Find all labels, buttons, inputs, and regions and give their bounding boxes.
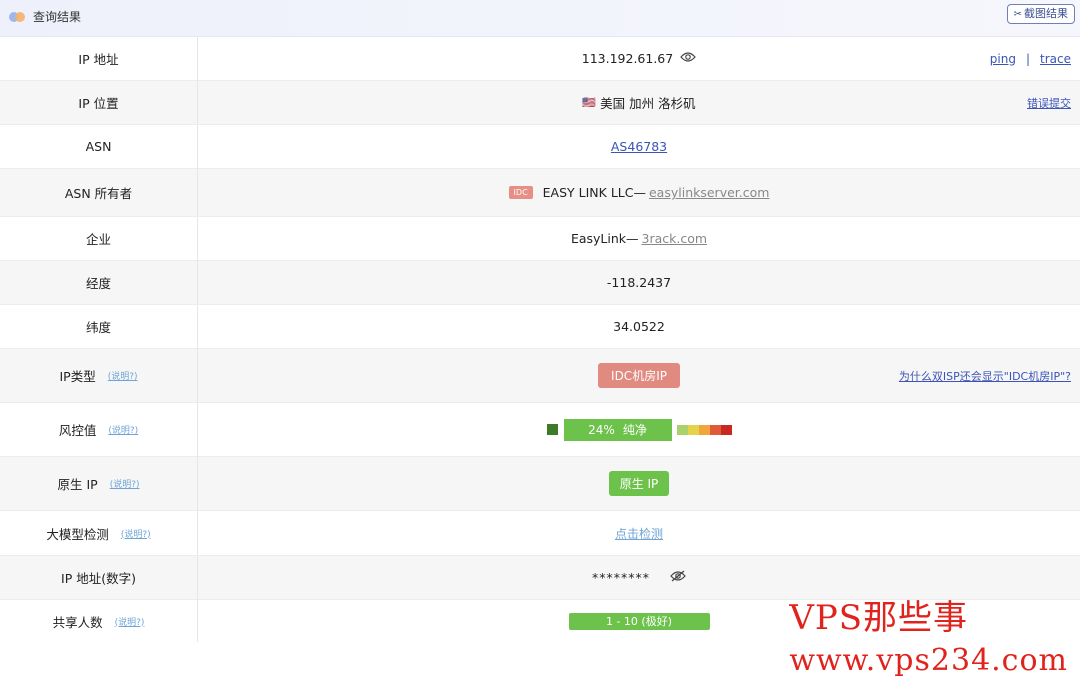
latitude-value: 34.0522 xyxy=(613,319,665,334)
row-label: IP类型 xyxy=(59,369,96,384)
row-latitude: 纬度 34.0522 xyxy=(0,305,1080,349)
screenshot-button[interactable]: ✂ 截图结果 xyxy=(1006,4,1075,24)
row-longitude: 经度 -118.2437 xyxy=(0,261,1080,305)
eye-icon[interactable] xyxy=(680,51,697,66)
row-asn-owner: ASN 所有者 IDC EASY LINK LLC— easylinkserve… xyxy=(0,169,1080,217)
click-detect-link[interactable]: 点击检测 xyxy=(615,525,663,542)
ip-value: 113.192.61.67 xyxy=(581,51,674,66)
risk-meter: 24% 纯净 xyxy=(546,418,732,441)
risk-scale-segment xyxy=(720,424,732,435)
row-label: 共享人数 xyxy=(52,614,103,630)
row-company: 企业 EasyLink— 3rack.com xyxy=(0,217,1080,261)
risk-scale-segment xyxy=(698,424,710,435)
help-link[interactable]: (说明?) xyxy=(121,527,151,540)
risk-percent: 24% xyxy=(588,422,615,437)
company-name: EasyLink— xyxy=(570,231,639,246)
row-ip-type: IP类型 (说明?) IDC机房IP 为什么双ISP还会显示"IDC机房IP"? xyxy=(0,349,1080,403)
row-llm-check: 大模型检测 (说明?) 点击检测 xyxy=(0,511,1080,556)
row-label: 大模型检测 xyxy=(46,526,109,542)
longitude-value: -118.2437 xyxy=(606,275,672,290)
shared-users-bar: 1 - 10 (极好) xyxy=(568,612,710,630)
idc-badge: IDC xyxy=(508,186,533,199)
asn-owner-domain-link[interactable]: easylinkserver.com xyxy=(649,185,769,200)
native-ip-tag: 原生 IP xyxy=(608,471,670,496)
location-value: 美国 加州 洛杉矶 xyxy=(600,96,696,111)
row-native-ip: 原生 IP (说明?) 原生 IP xyxy=(0,457,1080,511)
help-link[interactable]: (说明?) xyxy=(108,369,138,382)
asn-owner-name: EASY LINK LLC— xyxy=(542,185,646,200)
app-logo-icon xyxy=(9,11,25,23)
page-title: 查询结果 xyxy=(33,10,82,24)
row-label: IP 地址(数字) xyxy=(0,556,198,599)
row-asn: ASN AS46783 xyxy=(0,125,1080,169)
row-label: IP 地址 xyxy=(0,37,198,80)
us-flag-icon: 🇺🇸 xyxy=(582,96,597,109)
risk-score-bar: 24% 纯净 xyxy=(563,418,672,441)
risk-scale xyxy=(676,424,732,435)
row-label: IP 位置 xyxy=(0,81,198,124)
row-label: 经度 xyxy=(0,261,198,304)
scissors-icon: ✂ xyxy=(1013,9,1022,20)
trace-link[interactable]: trace xyxy=(1040,52,1071,66)
row-label: ASN 所有者 xyxy=(0,169,198,216)
help-link[interactable]: (说明?) xyxy=(108,423,138,436)
row-label: 风控值 xyxy=(58,423,97,438)
row-label: 纬度 xyxy=(0,305,198,348)
report-error-link[interactable]: 错误提交 xyxy=(1027,97,1071,110)
ping-link[interactable]: ping xyxy=(990,52,1016,66)
watermark-logo: VPS那些事 www.vps234.com xyxy=(789,598,1068,678)
ip-numeric-masked: ******** xyxy=(592,570,650,585)
risk-scale-segment xyxy=(676,424,688,435)
eye-off-icon[interactable] xyxy=(670,570,686,585)
risk-indicator-square xyxy=(546,424,558,435)
screenshot-button-label: 截图结果 xyxy=(1024,7,1068,20)
risk-scale-segment xyxy=(709,424,721,435)
result-header: 查询结果 ✂ 截图结果 xyxy=(0,0,1080,37)
why-idc-link[interactable]: 为什么双ISP还会显示"IDC机房IP"? xyxy=(899,370,1071,383)
help-link[interactable]: (说明?) xyxy=(110,477,140,490)
row-label: ASN xyxy=(0,125,198,168)
row-risk-score: 风控值 (说明?) 24% 纯净 xyxy=(0,403,1080,457)
row-ip-address: IP 地址 113.192.61.67 ping | trace xyxy=(0,37,1080,81)
asn-link[interactable]: AS46783 xyxy=(611,139,667,154)
risk-text: 纯净 xyxy=(622,423,647,437)
company-domain-link[interactable]: 3rack.com xyxy=(642,231,708,246)
help-link[interactable]: (说明?) xyxy=(115,615,145,628)
link-separator: | xyxy=(1025,51,1031,66)
ip-type-tag: IDC机房IP xyxy=(598,363,680,388)
risk-scale-segment xyxy=(687,424,699,435)
row-ip-location: IP 位置 🇺🇸 美国 加州 洛杉矶 错误提交 xyxy=(0,81,1080,125)
row-label: 企业 xyxy=(0,217,198,260)
row-label: 原生 IP xyxy=(57,477,98,492)
